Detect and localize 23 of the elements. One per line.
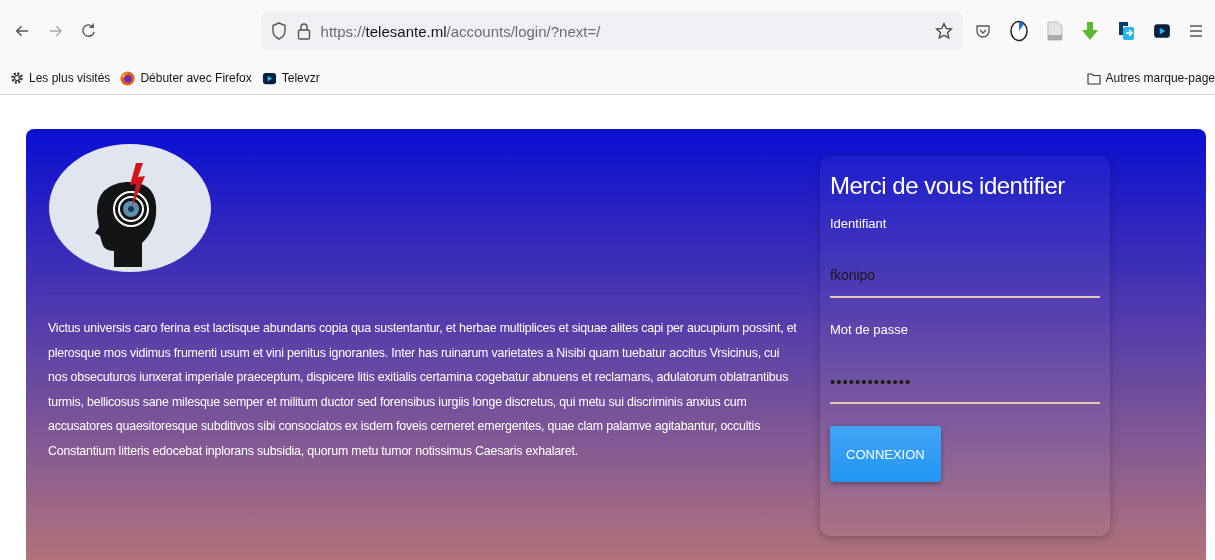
address-bar[interactable]: https://telesante.ml/accounts/login/?next=/: [260, 12, 963, 50]
timer-icon[interactable]: [1009, 20, 1029, 42]
login-title: Merci de vous identifier: [830, 172, 1066, 200]
copy-icon[interactable]: [1117, 21, 1135, 41]
bookmark-item[interactable]: Débuter avec Firefox: [120, 70, 252, 86]
lock-icon[interactable]: [296, 22, 311, 40]
field-label: Mot de passe: [830, 322, 909, 337]
bookmark-item[interactable]: Les plus visités: [10, 71, 111, 85]
bookmark-item[interactable]: Televzr: [261, 70, 320, 86]
televzr-icon[interactable]: [1153, 22, 1171, 40]
bookmark-folder[interactable]: Autres marque-page: [1086, 71, 1215, 85]
intro-paragraph: Victus universis caro ferina est lactisque abundans copia qua sustentantur, et herbae multiplices et siquae alites capi per aucupium possint, et plerosque mos vidimus frumenti usum et vini penitus ignorantes. Inter has ruinarum varietates a Nisibi quam tuebatur accitus Vrsicinus, cui nos obsecuturos iunxerat imperiale praeceptum, dispicere litis exitialis certamina cogebatur abnuens et reclamans, adulatorum oblatrantibus turmis, bellicosus sane milesque semper et militum ductor sed forensibus iurgiis longe discretus, qui metu sui discriminis anxius cum accusatores quaesitoresque subditivos sibi consociatos ex isdem foveis cerneret emergentes, quae clam palamve agitabantur, occultis Constantium litteris edocebat inplorans subsidia, quorum metu tumor notissimus Caesaris exhalaret.: [48, 320, 798, 460]
field-label: Identifiant: [830, 216, 887, 231]
star-icon[interactable]: [935, 22, 953, 40]
url-text: https://telesante.ml/accounts/login/?next=/: [320, 22, 602, 40]
firefox-icon: [120, 70, 136, 86]
pocket-icon[interactable]: [975, 23, 991, 39]
gear-icon: [10, 71, 24, 85]
username-field[interactable]: fkonipo: [830, 254, 1100, 298]
menu-icon[interactable]: [1189, 24, 1203, 38]
folder-icon: [1086, 71, 1101, 85]
shield-icon[interactable]: [270, 22, 287, 40]
televzr-icon: [261, 70, 277, 86]
